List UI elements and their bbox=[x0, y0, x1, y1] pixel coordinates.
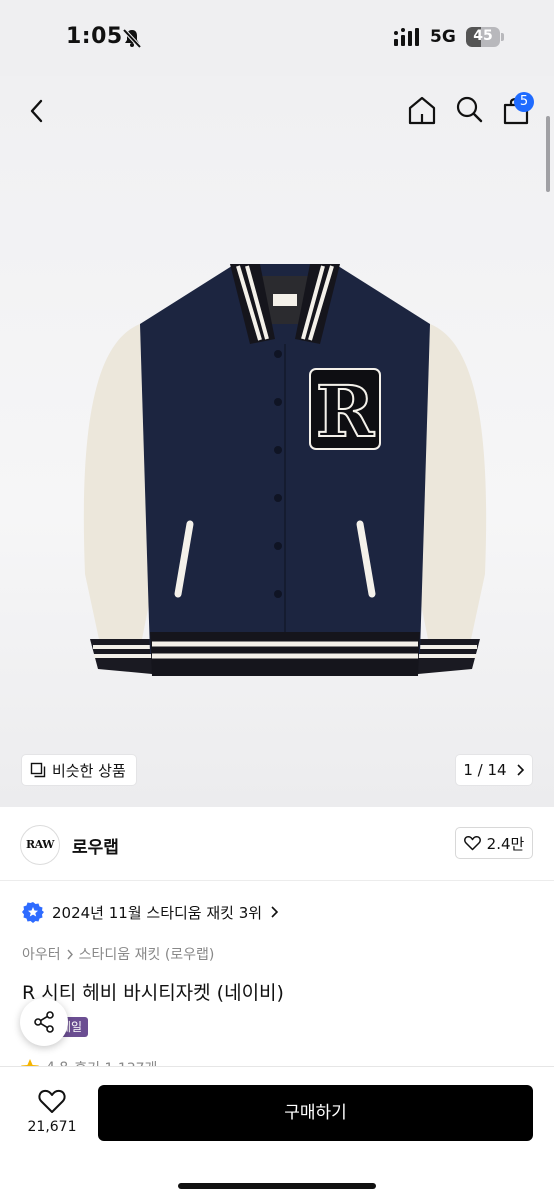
svg-text:R: R bbox=[316, 370, 375, 453]
ranking-text: 2024년 11월 스타디움 재킷 3위 bbox=[52, 903, 263, 922]
product-title: R 시티 헤비 바시티자켓 (네이비) bbox=[22, 982, 284, 1004]
brand-row[interactable]: RAW 로우랩 2.4만 bbox=[0, 807, 554, 881]
share-button[interactable] bbox=[20, 998, 68, 1046]
ranking-link[interactable]: 2024년 11월 스타디움 재킷 3위 bbox=[22, 901, 279, 923]
brand-logo[interactable]: RAW bbox=[20, 825, 60, 865]
buy-button[interactable]: 구매하기 bbox=[98, 1085, 533, 1141]
product-image: R bbox=[83, 264, 487, 676]
breadcrumb-subcategory[interactable]: 스타디움 재킷 (로우랩) bbox=[79, 944, 215, 964]
battery-indicator: 45 bbox=[466, 27, 504, 47]
brand-name[interactable]: 로우랩 bbox=[72, 833, 119, 858]
home-indicator[interactable] bbox=[178, 1183, 376, 1189]
product-gallery[interactable]: 5 R 비슷한 상품 1 / 14 bbox=[0, 76, 554, 807]
back-icon[interactable] bbox=[22, 96, 52, 126]
heart-icon bbox=[463, 835, 481, 851]
brand-like-button[interactable]: 2.4만 bbox=[455, 827, 533, 859]
scrollbar[interactable] bbox=[546, 116, 550, 192]
chevron-right-icon bbox=[67, 949, 73, 959]
page-counter-label: 1 / 14 bbox=[463, 761, 507, 779]
breadcrumb: 아우터 스타디움 재킷 (로우랩) bbox=[22, 944, 214, 964]
search-icon[interactable] bbox=[454, 94, 484, 124]
similar-icon bbox=[30, 762, 46, 778]
breadcrumb-category[interactable]: 아우터 bbox=[22, 944, 61, 964]
bottom-action-bar: 21,671 구매하기 bbox=[0, 1066, 554, 1200]
ranking-badge-icon bbox=[22, 902, 44, 923]
similar-products-label: 비슷한 상품 bbox=[52, 761, 126, 780]
brand-like-count: 2.4만 bbox=[486, 834, 525, 853]
cart-badge: 5 bbox=[514, 92, 534, 112]
network-label: 5G bbox=[430, 27, 456, 47]
bell-muted-icon bbox=[122, 28, 142, 48]
battery-level: 45 bbox=[473, 28, 493, 44]
wishlist-count: 21,671 bbox=[27, 1119, 77, 1135]
chevron-right-icon bbox=[517, 764, 524, 776]
chevron-right-icon bbox=[271, 906, 279, 918]
wishlist-heart-icon[interactable] bbox=[38, 1088, 66, 1114]
share-icon bbox=[34, 1011, 54, 1033]
image-page-counter[interactable]: 1 / 14 bbox=[456, 755, 532, 785]
status-time: 1:05 bbox=[66, 24, 123, 49]
similar-products-button[interactable]: 비슷한 상품 bbox=[22, 755, 136, 785]
signal-icon bbox=[394, 28, 419, 46]
status-bar: 1:05 5G 45 bbox=[0, 0, 554, 76]
home-icon[interactable] bbox=[406, 94, 438, 126]
